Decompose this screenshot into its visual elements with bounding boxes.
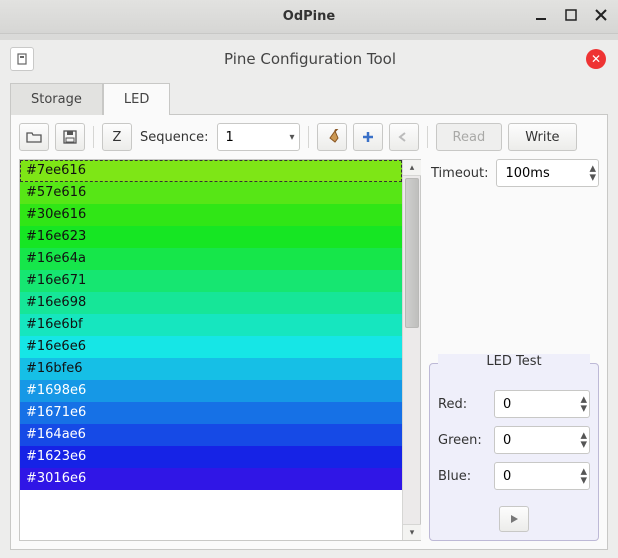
floppy-icon xyxy=(63,130,77,144)
scroll-thumb[interactable] xyxy=(405,178,419,328)
color-row[interactable]: #16e6bf xyxy=(20,314,402,336)
scroll-down-button[interactable]: ▾ xyxy=(403,524,421,540)
app-window: OdPine Pine Configuration Tool ✕ Storage… xyxy=(0,0,618,558)
play-icon xyxy=(509,514,519,524)
separator xyxy=(93,126,94,148)
timeout-label: Timeout: xyxy=(429,166,490,181)
color-list[interactable]: #7ee616#57e616#30e616#16e623#16e64a#16e6… xyxy=(20,160,402,540)
save-button[interactable] xyxy=(55,123,85,151)
led-panel: Z Sequence: 1 ▾ Read Write xyxy=(10,115,608,550)
panel-close-button[interactable]: ✕ xyxy=(586,49,606,69)
toolbar: Z Sequence: 1 ▾ Read Write xyxy=(19,123,599,151)
spinner-buttons[interactable]: ▴▾ xyxy=(580,431,587,449)
led-test-row: Blue: 0▴▾ xyxy=(438,462,590,490)
led-test-spinner[interactable]: 0▴▾ xyxy=(494,462,590,490)
color-list-wrap: #7ee616#57e616#30e616#16e623#16e64a#16e6… xyxy=(19,159,421,541)
color-row[interactable]: #57e616 xyxy=(20,182,402,204)
color-row[interactable]: #16e698 xyxy=(20,292,402,314)
scrollbar[interactable]: ▴ ▾ xyxy=(402,160,420,540)
header-row: Pine Configuration Tool ✕ xyxy=(10,44,608,74)
spinner-buttons[interactable]: ▴▾ xyxy=(580,467,587,485)
page-title: Pine Configuration Tool xyxy=(34,50,586,68)
detach-button[interactable] xyxy=(10,47,34,71)
color-row[interactable]: #1623e6 xyxy=(20,446,402,468)
add-button[interactable] xyxy=(353,123,383,151)
window-close-button[interactable] xyxy=(590,4,612,26)
color-row[interactable]: #30e616 xyxy=(20,204,402,226)
color-row[interactable]: #1671e6 xyxy=(20,402,402,424)
clear-button[interactable] xyxy=(317,123,347,151)
color-row[interactable]: #16e671 xyxy=(20,270,402,292)
led-test-spinner[interactable]: 0▴▾ xyxy=(494,390,590,418)
z-label: Z xyxy=(113,130,122,145)
read-button[interactable]: Read xyxy=(436,123,503,151)
back-button[interactable] xyxy=(389,123,419,151)
tab-storage[interactable]: Storage xyxy=(10,83,103,115)
color-row[interactable]: #164ae6 xyxy=(20,424,402,446)
color-row[interactable]: #16e64a xyxy=(20,248,402,270)
spinner-buttons[interactable]: ▴▾ xyxy=(580,395,587,413)
plus-icon xyxy=(361,130,375,144)
led-test-row: Green: 0▴▾ xyxy=(438,426,590,454)
arrow-left-icon xyxy=(397,131,411,143)
color-row[interactable]: #16e6e6 xyxy=(20,336,402,358)
content-area: Pine Configuration Tool ✕ Storage LED Z … xyxy=(0,34,618,558)
open-button[interactable] xyxy=(19,123,49,151)
spinner-buttons[interactable]: ▴▾ xyxy=(589,164,596,182)
folder-open-icon xyxy=(26,130,42,144)
scroll-up-button[interactable]: ▴ xyxy=(403,160,421,176)
titlebar: OdPine xyxy=(0,0,618,34)
write-button[interactable]: Write xyxy=(508,123,576,151)
detach-icon xyxy=(15,52,29,66)
led-test-value: 0 xyxy=(503,397,580,412)
window-controls xyxy=(530,4,612,26)
separator xyxy=(308,126,309,148)
color-row[interactable]: #1698e6 xyxy=(20,380,402,402)
mid-area: #7ee616#57e616#30e616#16e623#16e64a#16e6… xyxy=(19,159,599,541)
led-test-row: Red: 0▴▾ xyxy=(438,390,590,418)
led-test-play-button[interactable] xyxy=(499,506,529,532)
color-row[interactable]: #16bfe6 xyxy=(20,358,402,380)
timeout-value: 100ms xyxy=(505,166,589,181)
side-panel: Timeout: 100ms ▴▾ LED Test Red:0▴▾Green:… xyxy=(429,159,599,541)
led-test-label: Red: xyxy=(438,397,488,412)
timeout-row: Timeout: 100ms ▴▾ xyxy=(429,159,599,187)
z-button[interactable]: Z xyxy=(102,123,132,151)
sequence-value: 1 xyxy=(226,130,282,145)
led-test-label: Blue: xyxy=(438,469,488,484)
led-test-group: LED Test Red:0▴▾Green:0▴▾Blue:0▴▾ xyxy=(429,363,599,541)
led-test-value: 0 xyxy=(503,469,580,484)
led-test-legend: LED Test xyxy=(438,354,590,369)
led-test-value: 0 xyxy=(503,433,580,448)
tab-bar: Storage LED xyxy=(10,82,608,115)
sequence-select[interactable]: 1 ▾ xyxy=(217,123,300,151)
color-row[interactable]: #16e623 xyxy=(20,226,402,248)
chevron-down-icon: ▾ xyxy=(290,132,295,143)
separator xyxy=(427,126,428,148)
tab-led[interactable]: LED xyxy=(103,83,170,115)
color-row[interactable]: #3016e6 xyxy=(20,468,402,490)
broom-icon xyxy=(324,129,340,145)
led-test-label: Green: xyxy=(438,433,488,448)
timeout-spinner[interactable]: 100ms ▴▾ xyxy=(496,159,599,187)
sequence-label: Sequence: xyxy=(138,130,211,145)
minimize-button[interactable] xyxy=(530,4,552,26)
window-title: OdPine xyxy=(283,9,335,24)
maximize-button[interactable] xyxy=(560,4,582,26)
color-row[interactable]: #7ee616 xyxy=(20,160,402,182)
led-test-spinner[interactable]: 0▴▾ xyxy=(494,426,590,454)
